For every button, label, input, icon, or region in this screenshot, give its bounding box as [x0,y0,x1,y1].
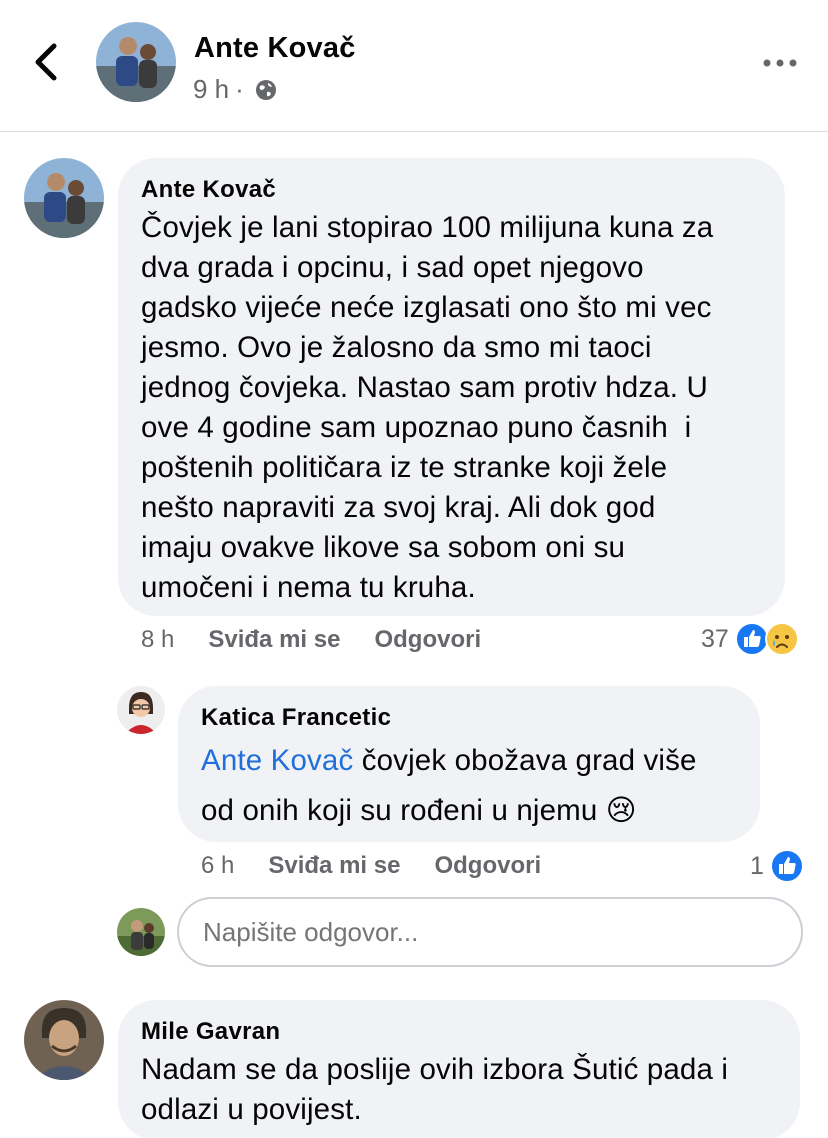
comment-avatar[interactable] [24,1000,104,1080]
reply-line: Ante Kovač čovjek obožava grad više [201,736,697,786]
comment-line: jednog čovjeka. Nastao sam protiv hdza. … [141,371,708,404]
comment-line: umočeni i nema tu kruha. [141,571,476,604]
header-avatar[interactable] [96,22,176,102]
header-meta: 9 h · [193,74,278,105]
like-icon [769,849,804,883]
comment-line: gadsko vijeće neće izglasati ono što mi … [141,291,712,324]
reply-reaction-count: 1 [750,851,764,880]
sad-icon [764,622,799,656]
comment-line: Nadam se da poslije ovih izbora Šutić pa… [141,1053,729,1086]
comment-line: poštenih političara iz te stranke koji ž… [141,451,668,484]
back-arrow-icon[interactable] [30,40,64,84]
meta-separator: · [235,74,244,104]
comment-author[interactable]: Ante Kovač [141,176,276,204]
post-time: 9 h [193,74,230,104]
reply-line-text: od onih koji su rođeni u njemu [201,794,606,827]
comment-line: imaju ovakve likove sa sobom oni su [141,531,626,564]
crying-emoji: 😢 [605,794,637,827]
like-icon [734,622,769,656]
more-options-icon[interactable] [762,56,798,70]
post-header: Ante Kovač 9 h · [0,0,828,132]
reply-like-button[interactable]: Sviđa mi se [268,852,400,880]
reply-text: Ante Kovač čovjek obožava grad više od o… [201,736,697,836]
globe-icon [255,79,276,100]
like-button[interactable]: Sviđa mi se [208,626,340,654]
comment-time: 8 h [141,626,175,653]
reply-avatar[interactable] [117,686,165,734]
comment-line: odlazi u povijest. [141,1093,362,1126]
reply-input[interactable] [177,897,803,967]
comment-line: Čovjek je lani stopirao 100 milijuna kun… [141,211,714,244]
comment-line: jesmo. Ovo je žalosno da smo mi taoci [141,331,652,364]
reply-bubble: Katica Francetic Ante Kovač čovjek oboža… [178,686,760,842]
reply-actions: 6 h Sviđa mi se Odgovori [201,852,541,880]
comment-text: Nadam se da poslije ovih izbora Šutić pa… [141,1050,728,1130]
comment-bubble: Mile Gavran Nadam se da poslije ovih izb… [118,1000,800,1138]
reply-reply-button[interactable]: Odgovori [434,852,541,880]
current-user-avatar [117,908,165,956]
reply-time: 6 h [201,852,235,879]
header-author-name[interactable]: Ante Kovač [194,32,356,65]
reply-reaction-summary[interactable]: 1 [750,849,804,883]
reply-author[interactable]: Katica Francetic [201,704,391,732]
reaction-summary[interactable]: 37 [701,622,799,656]
comment-line: ove 4 godine sam upoznao puno časnih i [141,411,692,444]
comment-line: dva grada i opcinu, i sad opet njegovo [141,251,644,284]
comment-avatar[interactable] [24,158,104,238]
mention-link[interactable]: Ante Kovač [201,744,353,777]
comment-author[interactable]: Mile Gavran [141,1018,280,1046]
reply-line-rest: čovjek obožava grad više [353,744,697,777]
reply-line: od onih koji su rođeni u njemu 😢 [201,786,697,836]
reaction-count: 37 [701,624,729,653]
comment-line: nešto napraviti za svoj kraj. Ali dok go… [141,491,656,524]
comment-text: Čovjek je lani stopirao 100 milijuna kun… [141,208,713,608]
reply-button[interactable]: Odgovori [374,626,481,654]
comment-bubble: Ante Kovač Čovjek je lani stopirao 100 m… [118,158,785,616]
comment-actions: 8 h Sviđa mi se Odgovori [141,626,481,654]
